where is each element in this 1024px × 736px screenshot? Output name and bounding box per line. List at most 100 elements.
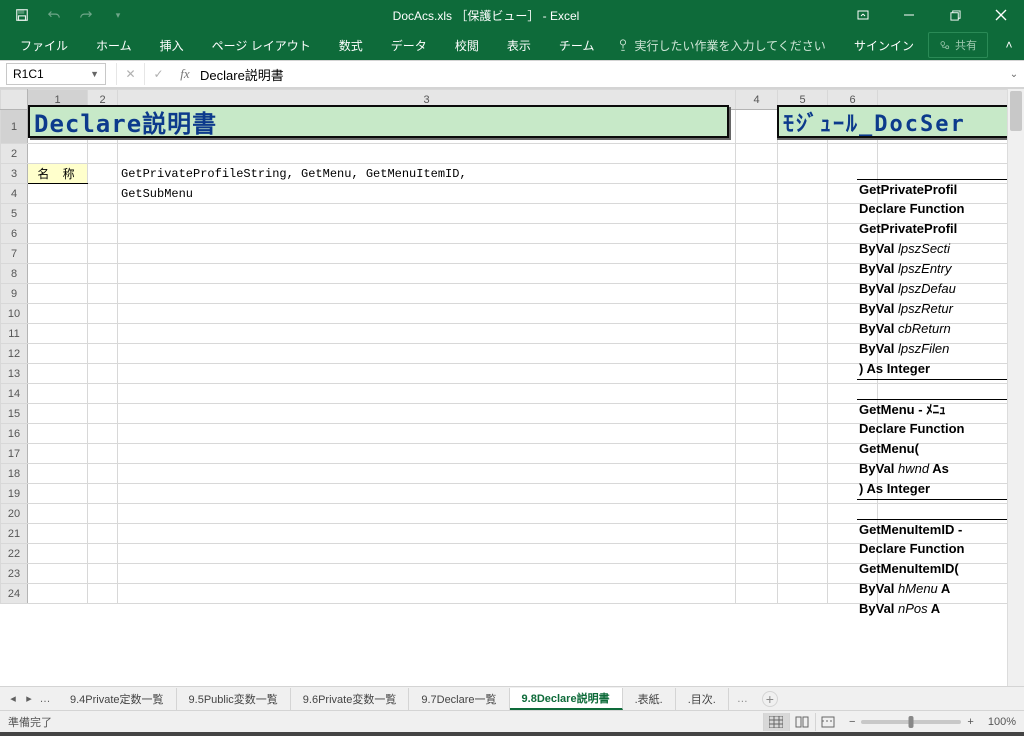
cell[interactable] (28, 324, 88, 344)
zoom-level[interactable]: 100% (988, 716, 1016, 728)
cell[interactable] (88, 544, 118, 564)
sheet-tab[interactable]: .表紙. (623, 688, 676, 710)
cell[interactable] (736, 484, 778, 504)
row-header[interactable]: 14 (1, 384, 28, 404)
select-all-corner[interactable] (1, 90, 28, 110)
cell[interactable] (778, 164, 828, 184)
zoom-in-icon[interactable]: + (967, 716, 973, 728)
tab-view[interactable]: 表示 (493, 30, 545, 60)
sheet-tab[interactable]: 9.6Private変数一覧 (291, 688, 410, 710)
cell[interactable] (28, 484, 88, 504)
cell[interactable] (736, 284, 778, 304)
cell[interactable] (28, 224, 88, 244)
redo-icon[interactable] (72, 3, 100, 27)
cell[interactable] (88, 384, 118, 404)
close-icon[interactable] (978, 0, 1024, 30)
tab-data[interactable]: データ (377, 30, 441, 60)
cell[interactable] (778, 584, 828, 604)
pagelayout-view-icon[interactable] (789, 713, 815, 731)
cell[interactable] (118, 204, 736, 224)
cell[interactable] (28, 204, 88, 224)
cell[interactable] (736, 164, 778, 184)
cell[interactable] (88, 484, 118, 504)
cell[interactable] (118, 564, 736, 584)
save-icon[interactable] (8, 3, 36, 27)
tell-me[interactable]: 実行したい作業を入力してください (608, 37, 825, 54)
cell[interactable] (28, 384, 88, 404)
cell[interactable] (88, 144, 118, 164)
cell[interactable] (736, 524, 778, 544)
cell[interactable] (736, 224, 778, 244)
sheet-tab[interactable]: 9.7Declare一覧 (409, 688, 509, 710)
row-header[interactable]: 21 (1, 524, 28, 544)
cell[interactable] (778, 504, 828, 524)
tab-pagelayout[interactable]: ページ レイアウト (198, 30, 325, 60)
row-header[interactable]: 11 (1, 324, 28, 344)
cell[interactable] (118, 224, 736, 244)
cell[interactable] (88, 504, 118, 524)
row-header[interactable]: 6 (1, 224, 28, 244)
cell[interactable] (118, 324, 736, 344)
cell[interactable] (118, 464, 736, 484)
row-header[interactable]: 20 (1, 504, 28, 524)
row-header[interactable]: 16 (1, 424, 28, 444)
cell[interactable] (778, 564, 828, 584)
cell[interactable] (28, 544, 88, 564)
undo-icon[interactable] (40, 3, 68, 27)
tab-insert[interactable]: 挿入 (146, 30, 198, 60)
cell[interactable] (88, 584, 118, 604)
cell[interactable] (736, 244, 778, 264)
cell[interactable] (778, 324, 828, 344)
cell[interactable] (778, 264, 828, 284)
row-header[interactable]: 15 (1, 404, 28, 424)
cell[interactable] (28, 404, 88, 424)
enter-formula-icon[interactable]: ✓ (144, 63, 172, 85)
cell[interactable] (28, 264, 88, 284)
cell[interactable] (736, 584, 778, 604)
cell[interactable] (118, 444, 736, 464)
maximize-icon[interactable] (932, 0, 978, 30)
cell[interactable] (778, 524, 828, 544)
cell[interactable] (118, 484, 736, 504)
cell[interactable] (88, 404, 118, 424)
cell[interactable] (28, 564, 88, 584)
cell[interactable] (736, 304, 778, 324)
pagebreak-view-icon[interactable] (815, 713, 841, 731)
cell[interactable] (778, 344, 828, 364)
cell[interactable] (736, 404, 778, 424)
cell[interactable] (28, 364, 88, 384)
cell[interactable] (28, 304, 88, 324)
zoom-control[interactable]: − + 100% (849, 716, 1016, 728)
cell[interactable] (118, 144, 736, 164)
col-header[interactable]: 4 (736, 90, 778, 110)
cell[interactable] (28, 184, 88, 204)
cell[interactable] (118, 584, 736, 604)
sheet-nav[interactable]: ◂▸… (0, 692, 58, 705)
row-header[interactable]: 8 (1, 264, 28, 284)
cell[interactable] (778, 204, 828, 224)
cell[interactable] (736, 184, 778, 204)
tab-review[interactable]: 校閲 (441, 30, 493, 60)
title-banner-right[interactable]: ﾓｼﾞｭｰﾙ_DocSer (777, 105, 1007, 138)
cell[interactable] (118, 504, 736, 524)
cell[interactable] (778, 144, 828, 164)
vertical-scrollbar[interactable] (1007, 89, 1024, 686)
cell[interactable] (28, 424, 88, 444)
row-header[interactable]: 22 (1, 544, 28, 564)
cell[interactable] (88, 564, 118, 584)
cell[interactable] (736, 204, 778, 224)
cell[interactable] (736, 364, 778, 384)
cell[interactable] (28, 244, 88, 264)
cell[interactable] (28, 584, 88, 604)
row-header[interactable]: 4 (1, 184, 28, 204)
tab-formulas[interactable]: 数式 (325, 30, 377, 60)
cell[interactable] (778, 544, 828, 564)
cell[interactable] (736, 344, 778, 364)
cell[interactable]: 名 称 (28, 164, 88, 184)
cell[interactable] (28, 524, 88, 544)
sheet-tab[interactable]: .目次. (676, 688, 729, 710)
cell[interactable] (778, 424, 828, 444)
row-header[interactable]: 2 (1, 144, 28, 164)
cell[interactable] (778, 444, 828, 464)
title-banner-left[interactable]: Declare説明書 (28, 105, 729, 138)
